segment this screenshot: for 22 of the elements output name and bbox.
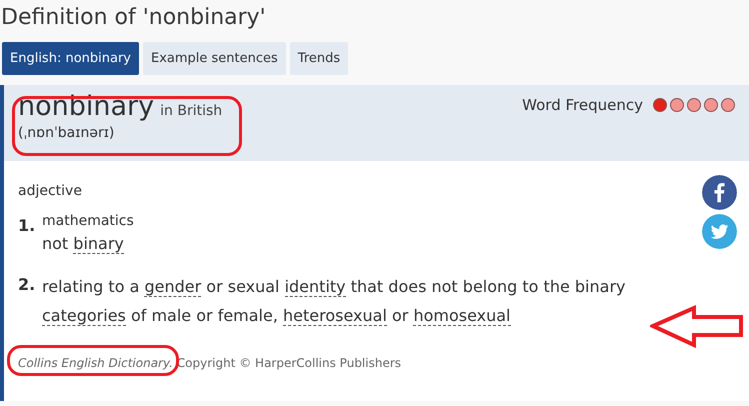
domain-label: mathematics (42, 213, 134, 229)
sense-number: 1. (18, 215, 36, 237)
tab[interactable]: Example sentences (143, 42, 286, 75)
word-link[interactable]: heterosexual (283, 306, 387, 326)
word-link[interactable]: identity (284, 277, 346, 297)
frequency-label: Word Frequency (522, 96, 643, 114)
pronunciation: (ˌnɒnˈbaɪnərɪ) (18, 125, 116, 141)
part-of-speech: adjective (18, 183, 83, 199)
definition-text: relating to a gender or sexual identity that does not belong to the binary categories of male or female, heterosexual or homosexual (42, 276, 626, 328)
sense-number: 2. (18, 274, 36, 296)
word-link[interactable]: homosexual (413, 306, 510, 326)
word-link[interactable]: categories (42, 306, 126, 326)
definition-text: not binary (42, 233, 124, 256)
word-link[interactable]: gender (144, 277, 202, 297)
region-label: in British (160, 103, 222, 119)
tab[interactable]: English: nonbinary (2, 42, 139, 75)
source-credit: Collins English Dictionary. Copyright © HarperCollins Publishers (18, 356, 402, 370)
facebook-icon[interactable] (702, 175, 737, 210)
word-link[interactable]: binary (73, 234, 124, 254)
tab[interactable]: Trends (290, 42, 348, 75)
headword: nonbinary (18, 91, 154, 123)
page-title: Definition of 'nonbinary' (0, 4, 267, 32)
